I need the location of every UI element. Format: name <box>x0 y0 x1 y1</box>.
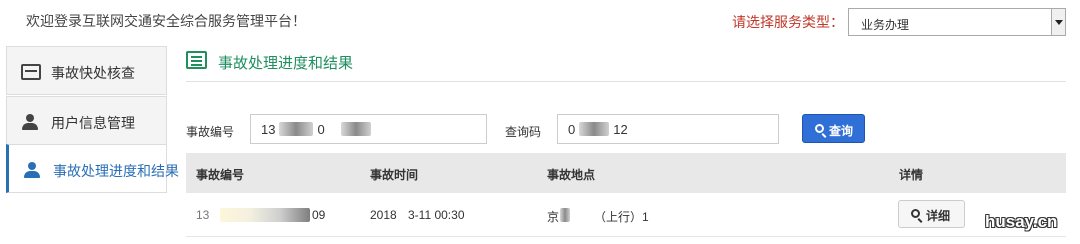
user-icon <box>21 114 41 130</box>
top-bar: 欢迎登录互联网交通安全综合服务管理平台！ 请选择服务类型： 业务办理 <box>0 0 1080 40</box>
accident-no-value-mid: 0 <box>317 122 325 137</box>
card-icon <box>21 64 41 80</box>
search-icon <box>815 124 824 133</box>
service-type-value: 业务办理 <box>861 18 910 32</box>
sidebar-item-progress[interactable]: 事故处理进度和结果 <box>6 144 179 193</box>
accident-time-cell-start: 2018 <box>370 208 397 222</box>
sidebar: 事故快处核查 用户信息管理 事故处理进度和结果 <box>6 46 179 193</box>
redacted-blur <box>216 208 314 223</box>
query-code-label: 查询码 <box>505 125 542 139</box>
table-row: 13 09 2018 3-11 00:30 京 （上行）1 详细 <box>186 193 1066 237</box>
user-icon <box>23 162 43 178</box>
search-button-label: 查询 <box>829 124 854 138</box>
column-header: 事故时间 <box>370 168 419 182</box>
query-code-value-start: 0 <box>568 122 576 137</box>
accident-no-cell-end: 09 <box>312 208 326 222</box>
sidebar-item-label: 事故快处核查 <box>51 65 135 81</box>
query-code-value-end: 12 <box>613 122 628 137</box>
sidebar-item-label: 用户信息管理 <box>51 115 135 131</box>
accident-no-label: 事故编号 <box>186 125 235 139</box>
accident-time-cell-end: 3-11 00:30 <box>408 208 465 222</box>
sidebar-item-label: 事故处理进度和结果 <box>53 163 179 179</box>
redacted-blur <box>279 122 314 136</box>
redacted-blur <box>560 208 570 223</box>
redacted-blur <box>340 122 371 136</box>
detail-button[interactable]: 详细 <box>898 200 965 228</box>
detail-button-label: 详细 <box>926 209 951 223</box>
title-divider <box>186 81 1066 82</box>
column-header: 事故地点 <box>547 168 596 182</box>
column-header: 事故编号 <box>196 168 245 182</box>
watermark: husay.cn <box>985 212 1058 231</box>
page-title: 事故处理进度和结果 <box>218 55 354 72</box>
table-header: 事故编号 事故时间 事故地点 详情 <box>186 153 1066 193</box>
service-type-select[interactable]: 业务办理 <box>848 8 1066 36</box>
accident-no-value-start: 13 <box>261 122 276 137</box>
query-code-input[interactable]: 0 12 <box>557 114 779 144</box>
accident-no-cell-start: 13 <box>196 208 210 222</box>
dropdown-arrow-icon[interactable] <box>1051 9 1065 35</box>
welcome-text: 欢迎登录互联网交通安全综合服务管理平台！ <box>26 13 306 29</box>
service-type-label: 请选择服务类型： <box>732 14 844 30</box>
accident-no-input[interactable]: 13 0 <box>250 114 487 144</box>
redacted-blur <box>579 122 610 136</box>
search-button[interactable]: 查询 <box>802 114 865 143</box>
sidebar-item-user-info[interactable]: 用户信息管理 <box>6 96 167 145</box>
column-header: 详情 <box>899 168 924 182</box>
accident-location-cell-start: 京 <box>547 210 560 224</box>
search-icon <box>911 209 920 218</box>
accident-location-cell-end: （上行）1 <box>594 210 649 224</box>
sidebar-item-quick-check[interactable]: 事故快处核查 <box>6 46 167 95</box>
list-icon <box>186 51 207 69</box>
